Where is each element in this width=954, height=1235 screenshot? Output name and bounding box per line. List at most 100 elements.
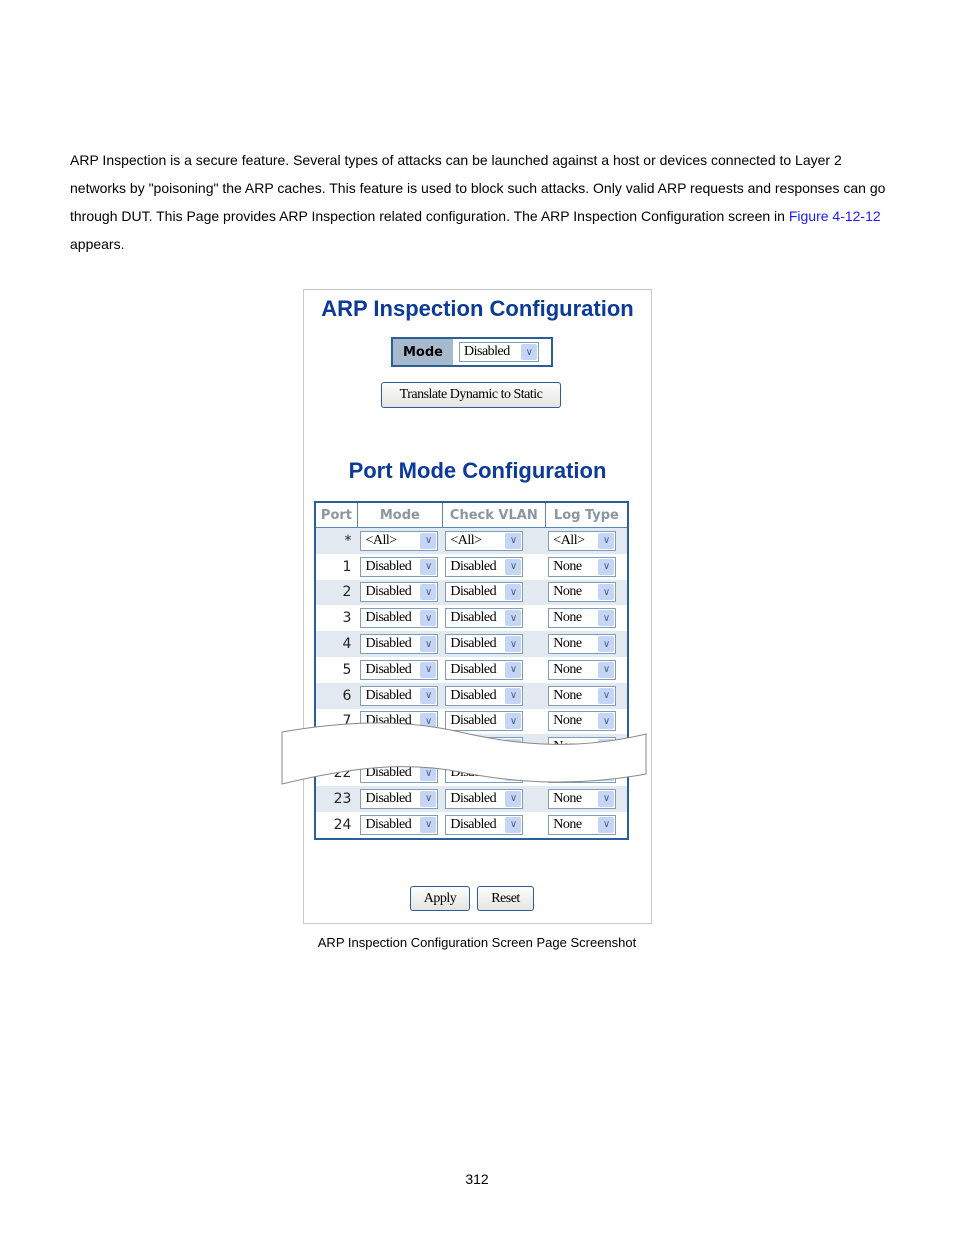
- port-number: 2: [315, 579, 358, 606]
- port-mode-title: Port Mode Configuration: [348, 458, 607, 483]
- table-row: 1 Disabled ∨ Disabled ∨ None ∨: [315, 554, 628, 580]
- mode-select[interactable]: Disabled ∨: [459, 342, 539, 362]
- column-header: Port: [314, 501, 358, 528]
- log-value: None: [553, 816, 582, 832]
- vlan-cell: Disabled ∨: [442, 579, 546, 606]
- chevron-down-icon: ∨: [598, 636, 615, 653]
- mode-label: Mode: [393, 339, 455, 365]
- log-value: None: [553, 636, 582, 652]
- vlan-value: Disabled: [450, 558, 497, 574]
- vlan-cell: Disabled ∨: [442, 554, 545, 580]
- intro-paragraph: ARP Inspection is a secure feature. Seve…: [70, 146, 900, 258]
- mode-cell: Disabled ∨: [357, 579, 443, 606]
- vlan-value: Disabled: [450, 610, 497, 626]
- mode-value: Disabled: [365, 610, 412, 626]
- table-row: 2 Disabled ∨ Disabled ∨ None ∨: [315, 579, 628, 606]
- log-select[interactable]: None ∨: [548, 659, 617, 680]
- mode-setting: Mode Disabled ∨: [391, 337, 553, 367]
- mode-cell: Disabled ∨: [357, 657, 442, 683]
- log-value: None: [553, 687, 582, 703]
- log-cell: None ∨: [545, 657, 628, 683]
- port-number: 6: [315, 682, 358, 709]
- mode-value: Disabled: [365, 558, 412, 574]
- vlan-select[interactable]: Disabled ∨: [445, 608, 524, 629]
- log-value: None: [553, 610, 582, 626]
- chevron-down-icon: ∨: [505, 532, 522, 549]
- table-row: 24 Disabled ∨ Disabled ∨ None ∨: [315, 812, 628, 839]
- mode-select[interactable]: Disabled ∨: [360, 685, 439, 706]
- table-row: 4 Disabled ∨ Disabled ∨ None ∨: [315, 631, 628, 657]
- port-number: 24: [333, 816, 352, 833]
- vlan-select[interactable]: Disabled ∨: [445, 659, 524, 680]
- log-cell: None ∨: [545, 812, 628, 839]
- log-cell: None ∨: [545, 631, 628, 657]
- log-value: None: [553, 558, 582, 574]
- log-value: None: [553, 661, 582, 677]
- mode-select[interactable]: <All> ∨: [360, 530, 439, 551]
- mode-select[interactable]: Disabled ∨: [360, 659, 439, 680]
- port-number: 4: [315, 631, 358, 657]
- intro-text: ARP Inspection is a secure feature. Seve…: [70, 152, 886, 224]
- chevron-down-icon: ∨: [505, 816, 522, 833]
- port-number: 1: [342, 558, 352, 575]
- chevron-down-icon: ∨: [420, 687, 437, 704]
- mode-select[interactable]: Disabled ∨: [360, 582, 439, 603]
- chevron-down-icon: ∨: [420, 532, 437, 549]
- log-select[interactable]: <All> ∨: [548, 530, 617, 551]
- vlan-select[interactable]: Disabled ∨: [445, 634, 524, 655]
- port-number: 3: [342, 610, 352, 627]
- chevron-down-icon: ∨: [420, 816, 437, 833]
- mode-select[interactable]: Disabled ∨: [360, 634, 439, 655]
- mode-cell: Disabled ∨: [357, 631, 443, 657]
- mode-cell: Disabled ∨: [357, 554, 442, 580]
- chevron-down-icon: ∨: [505, 610, 522, 627]
- chevron-down-icon: ∨: [598, 584, 615, 601]
- log-select[interactable]: None ∨: [548, 634, 617, 655]
- vlan-value: Disabled: [450, 636, 497, 652]
- mode-cell: Disabled ∨: [357, 812, 442, 839]
- vlan-select[interactable]: Disabled ∨: [445, 814, 524, 835]
- reset-button[interactable]: Reset: [477, 886, 534, 911]
- log-cell: None ∨: [545, 579, 628, 606]
- log-select[interactable]: None ∨: [548, 582, 617, 603]
- table-row: 5 Disabled ∨ Disabled ∨ None ∨: [315, 657, 628, 683]
- chevron-down-icon: ∨: [598, 532, 615, 549]
- figure-link[interactable]: Figure 4-12-12: [789, 208, 881, 224]
- figure-caption: ARP Inspection Configuration Screen Page…: [317, 935, 637, 950]
- chevron-down-icon: ∨: [420, 610, 437, 627]
- vlan-value: Disabled: [450, 661, 497, 677]
- log-select[interactable]: None ∨: [548, 685, 617, 706]
- vlan-select[interactable]: Disabled ∨: [445, 556, 524, 577]
- table-row: 6 Disabled ∨ Disabled ∨ None ∨: [315, 682, 628, 709]
- vlan-cell: Disabled ∨: [442, 682, 546, 709]
- log-cell: None ∨: [545, 554, 628, 580]
- vlan-value: Disabled: [450, 816, 497, 832]
- vlan-select[interactable]: Disabled ∨: [445, 685, 524, 706]
- chevron-down-icon: ∨: [420, 558, 437, 575]
- log-select[interactable]: None ∨: [548, 814, 617, 835]
- mode-select[interactable]: Disabled ∨: [360, 814, 439, 835]
- chevron-down-icon: ∨: [420, 636, 437, 653]
- chevron-down-icon: ∨: [505, 636, 522, 653]
- vlan-cell: Disabled ∨: [442, 657, 545, 683]
- mode-value: <All>: [365, 532, 397, 548]
- apply-button[interactable]: Apply: [410, 886, 470, 911]
- vlan-select[interactable]: Disabled ∨: [445, 582, 524, 603]
- log-select[interactable]: None ∨: [548, 608, 617, 629]
- column-header: Log Type: [544, 501, 629, 528]
- vlan-select[interactable]: <All> ∨: [445, 530, 524, 551]
- chevron-down-icon: ∨: [598, 816, 615, 833]
- mode-value: Disabled: [464, 344, 510, 359]
- mode-select[interactable]: Disabled ∨: [360, 608, 439, 629]
- translate-dynamic-to-static-button[interactable]: Translate Dynamic to Static: [381, 382, 561, 408]
- log-select[interactable]: None ∨: [548, 556, 617, 577]
- mode-cell: Disabled ∨: [357, 605, 442, 631]
- column-header: Mode: [356, 501, 443, 528]
- vlan-cell: Disabled ∨: [442, 631, 546, 657]
- chevron-down-icon: ∨: [598, 661, 615, 678]
- mode-select[interactable]: Disabled ∨: [360, 556, 439, 577]
- intro-tail: appears.: [70, 236, 125, 252]
- chevron-down-icon: ∨: [505, 687, 522, 704]
- chevron-down-icon: ∨: [598, 558, 615, 575]
- port-number: 5: [342, 661, 352, 678]
